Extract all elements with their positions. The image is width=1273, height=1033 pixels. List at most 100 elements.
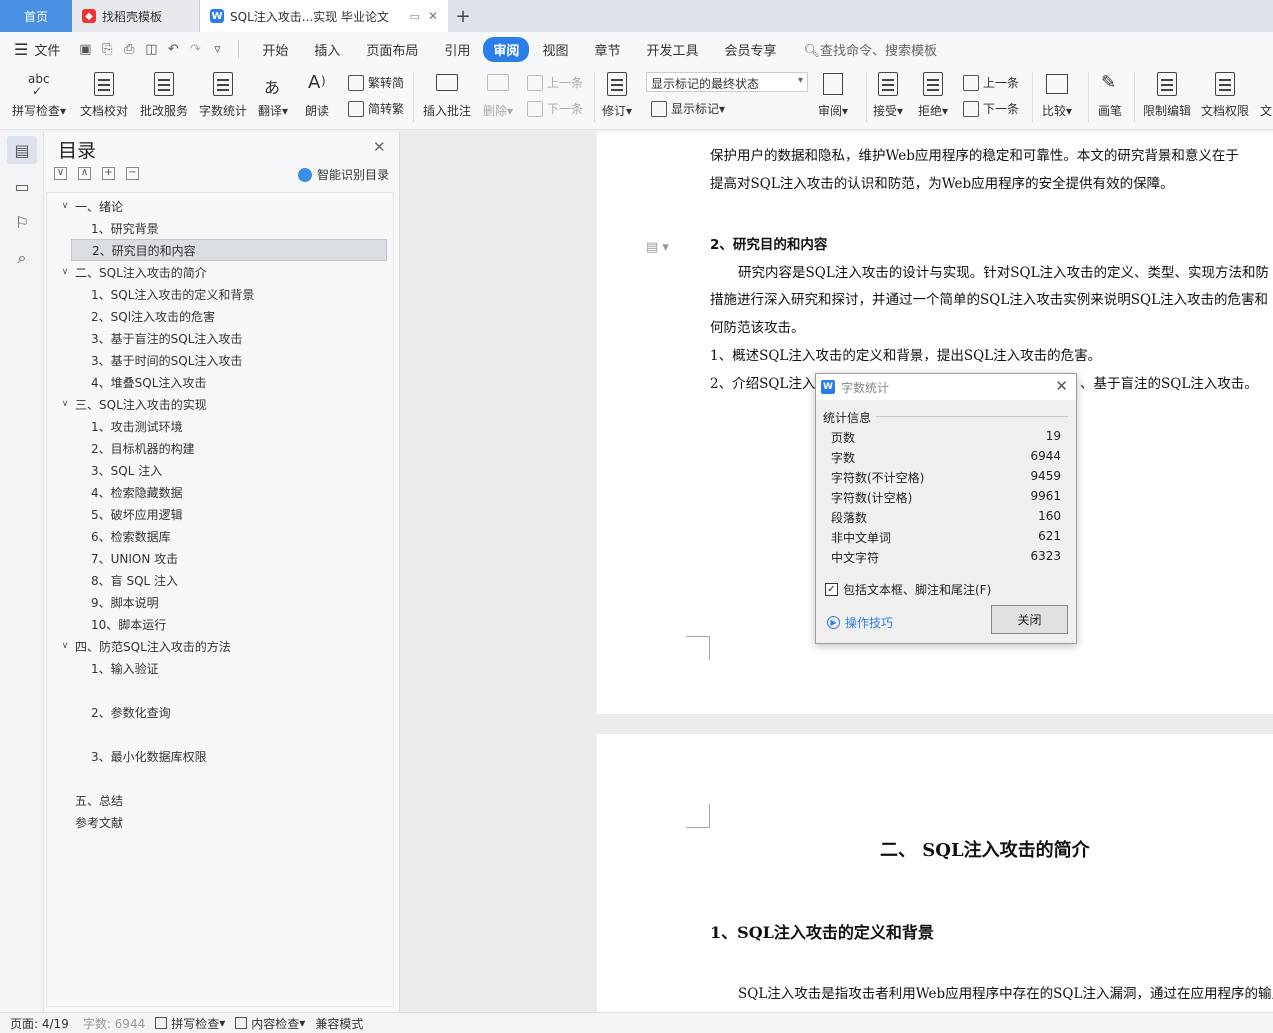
print-icon[interactable]: ⎙	[118, 42, 140, 57]
read-aloud-button[interactable]: A) 朗读	[304, 66, 330, 119]
doc-proof-button[interactable]: 文档校对	[80, 66, 128, 119]
toc-item[interactable]: 2、目标机器的构建	[47, 437, 387, 459]
toc-item[interactable]: ∨ 三、SQL注入攻击的实现	[47, 393, 387, 415]
word-count-indicator[interactable]: 字数: 6944	[83, 1015, 145, 1032]
toc-item[interactable]: 1、研究背景	[47, 217, 387, 239]
undo-icon[interactable]: ↶	[162, 42, 184, 57]
expand-all-icon[interactable]: ∧	[78, 167, 91, 180]
status-spell-check[interactable]: 拼写检查 ▾	[155, 1015, 225, 1032]
insert-comment-button[interactable]: 插入批注	[423, 66, 471, 119]
close-tab-icon[interactable]: ✕	[428, 9, 438, 23]
chevron-down-icon[interactable]: ∨	[59, 267, 71, 277]
paragraph-menu-icon[interactable]: ▤ ▾	[646, 240, 669, 255]
status-content-check[interactable]: 内容检查 ▾	[235, 1015, 305, 1032]
toc-item[interactable]: 6、检索数据库	[47, 525, 387, 547]
toc-item[interactable]: 4、堆叠SQL注入攻击	[47, 371, 387, 393]
bookmark-icon[interactable]: ⚐	[7, 208, 37, 236]
chevron-down-icon[interactable]: ∨	[59, 641, 71, 651]
collapse-all-icon[interactable]: ∨	[54, 167, 67, 180]
menu-tab-6[interactable]: 章节	[581, 40, 633, 59]
toc-item[interactable]: 7、UNION 攻击	[47, 547, 387, 569]
toc-item[interactable]: 3、基于时间的SQL注入攻击	[47, 349, 387, 371]
toc-item[interactable]: 3、SQL 注入	[47, 459, 387, 481]
export-icon[interactable]: ⎘	[96, 42, 118, 57]
prev-comment-button[interactable]: 上一条	[527, 74, 583, 91]
translate-button[interactable]: あ 翻译▾	[258, 66, 288, 119]
file-menu[interactable]: ☰ 文件	[14, 40, 60, 59]
menu-tab-2[interactable]: 页面布局	[353, 40, 431, 59]
toc-item[interactable]: 4、检索隐藏数据	[47, 481, 387, 503]
command-search[interactable]: 🔍︎查找命令、搜索模板	[804, 40, 938, 59]
toc-item[interactable]: 3、最小化数据库权限	[47, 745, 387, 767]
page-indicator[interactable]: 页面: 4/19	[10, 1015, 69, 1032]
toc-nav-icon[interactable]: ▤	[7, 136, 37, 164]
toc-item[interactable]: 五、总结	[47, 789, 387, 811]
smart-toc-button[interactable]: 智能识别目录	[298, 166, 389, 183]
new-tab-button[interactable]: +	[448, 0, 478, 32]
tips-link[interactable]: ▶ 操作技巧	[827, 614, 893, 631]
toc-item[interactable]: 2、SQl注入攻击的危害	[47, 305, 387, 327]
next-change-button[interactable]: 下一条	[963, 100, 1019, 117]
tab-home[interactable]: 首页	[0, 0, 72, 32]
tab-template[interactable]: ◆ 找稻壳模板	[72, 0, 200, 32]
outline-nav-icon[interactable]: ▭	[7, 172, 37, 200]
chevron-down-icon[interactable]: ∨	[59, 201, 71, 211]
compare-button[interactable]: 比较▾	[1042, 66, 1072, 119]
review-service-button[interactable]: 批改服务	[140, 66, 188, 119]
next-change-icon	[963, 100, 979, 117]
toc-item[interactable]: 2、研究目的和内容	[71, 239, 387, 261]
pin-icon[interactable]: ▭	[410, 10, 420, 23]
toc-item[interactable]: 8、盲 SQL 注入	[47, 569, 387, 591]
menu-tab-7[interactable]: 开发工具	[633, 40, 711, 59]
trad-to-simp-button[interactable]: 繁转简	[348, 74, 404, 91]
toc-item[interactable]: 参考文献	[47, 811, 387, 833]
toc-item[interactable]: ∨ 二、SQL注入攻击的简介	[47, 261, 387, 283]
prev-change-button[interactable]: 上一条	[963, 74, 1019, 91]
restrict-edit-button[interactable]: 限制编辑	[1143, 66, 1191, 119]
word-count-button[interactable]: 字数统计	[199, 66, 247, 119]
close-button[interactable]: 关闭	[991, 605, 1068, 634]
add-heading-icon[interactable]: +	[102, 167, 115, 180]
dialog-close-icon[interactable]: ✕	[1055, 377, 1068, 395]
remove-heading-icon[interactable]: −	[126, 167, 139, 180]
toc-item[interactable]: 2、参数化查询	[47, 701, 387, 723]
chevron-down-icon[interactable]: ∨	[59, 399, 71, 409]
markup-state-select[interactable]: 显示标记的最终状态	[646, 72, 808, 92]
show-markup-button[interactable]: 显示标记 ▾	[651, 100, 725, 117]
toc-item[interactable]: 9、脚本说明	[47, 591, 387, 613]
preview-icon[interactable]: ◫	[140, 42, 162, 57]
menu-tab-8[interactable]: 会员专享	[711, 40, 789, 59]
tab-document[interactable]: W SQL注入攻击...实现 毕业论文 ▭ ✕	[200, 0, 448, 32]
next-comment-button[interactable]: 下一条	[527, 100, 583, 117]
more-ribbon-button[interactable]: 文	[1260, 66, 1272, 119]
menu-tab-5[interactable]: 视图	[529, 40, 581, 59]
save-icon[interactable]: ▣	[74, 42, 96, 57]
delete-comment-button[interactable]: 删除▾	[483, 66, 513, 119]
track-changes-button[interactable]: 修订▾	[602, 66, 632, 119]
toc-item[interactable]: 10、脚本运行	[47, 613, 387, 635]
menu-tab-4[interactable]: 审阅	[483, 36, 530, 62]
toc-item[interactable]: ∨ 四、防范SQL注入攻击的方法	[47, 635, 387, 657]
menu-tab-3[interactable]: 引用	[431, 40, 483, 59]
pen-button[interactable]: ✎ 画笔	[1097, 66, 1123, 119]
toc-item[interactable]: 1、SQL注入攻击的定义和背景	[47, 283, 387, 305]
include-textbox-checkbox[interactable]: ✓ 包括文本框、脚注和尾注(F)	[825, 581, 991, 598]
review-pane-button[interactable]: 审阅▾	[818, 66, 848, 119]
close-icon[interactable]: ✕	[373, 138, 386, 156]
redo-icon[interactable]: ↷	[184, 42, 206, 57]
more-icon[interactable]: ▿	[206, 42, 228, 57]
toc-item[interactable]: ∨ 一、绪论	[47, 195, 387, 217]
menu-tab-0[interactable]: 开始	[249, 40, 301, 59]
toc-item[interactable]: 1、攻击测试环境	[47, 415, 387, 437]
toc-item[interactable]: 3、基于盲注的SQL注入攻击	[47, 327, 387, 349]
toc-item[interactable]: 5、破坏应用逻辑	[47, 503, 387, 525]
menu-tab-1[interactable]: 插入	[301, 40, 353, 59]
reject-button[interactable]: 拒绝▾	[918, 66, 948, 119]
spell-check-button[interactable]: abc ✓ 拼写检查▾	[12, 66, 66, 119]
toc-item[interactable]: 1、输入验证	[47, 657, 387, 679]
search-icon[interactable]: ⌕	[7, 244, 37, 272]
doc-rights-button[interactable]: 文档权限	[1201, 66, 1249, 119]
simp-to-trad-button[interactable]: 简转繁	[348, 100, 404, 117]
accept-button[interactable]: 接受▾	[873, 66, 903, 119]
dialog-title-bar[interactable]: W 字数统计	[816, 374, 1076, 400]
